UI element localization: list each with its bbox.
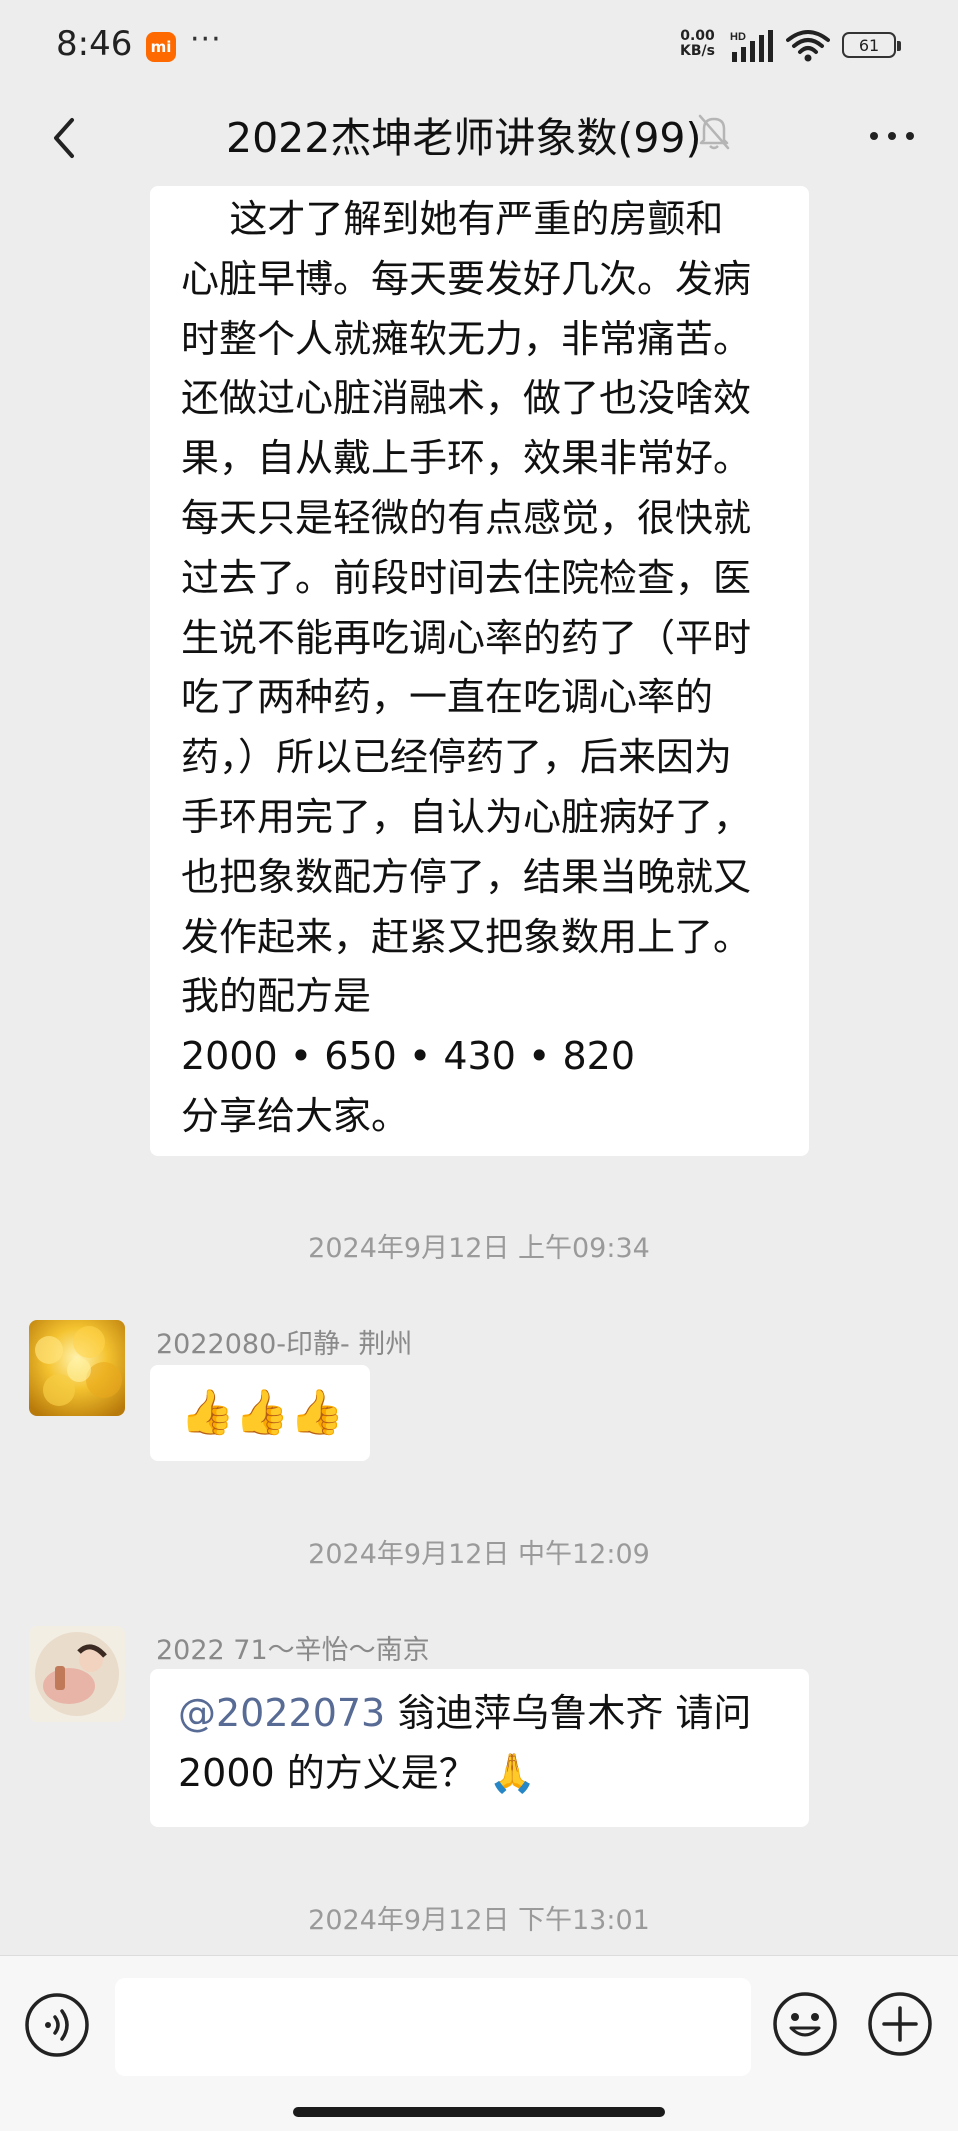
timestamp: 2024年9月12日 中午12:09	[308, 1539, 650, 1570]
net-speed: 0.00 KB/s	[680, 29, 715, 59]
message-input[interactable]	[115, 1978, 751, 2076]
emoji-icon[interactable]	[771, 1990, 839, 2058]
chat-title: 2022杰坤老师讲象数(99)	[226, 114, 702, 162]
thumbs-up-emoji: 👍👍👍	[180, 1387, 345, 1438]
battery-indicator: 61	[842, 32, 901, 58]
avatar[interactable]	[29, 1626, 125, 1722]
sender-name: 2022 71～辛怡～南京	[156, 1635, 430, 1666]
signal-icon: HD	[730, 30, 773, 62]
avatar-golden-clouds-image	[29, 1320, 125, 1416]
home-indicator[interactable]	[293, 2107, 665, 2117]
sender-name: 2022080-印静- 荆州	[156, 1329, 413, 1360]
timestamp: 2024年9月12日 上午09:34	[308, 1233, 650, 1264]
timestamp: 2024年9月12日 下午13:01	[308, 1905, 650, 1936]
net-speed-unit: KB/s	[680, 43, 715, 59]
chat-header: 2022杰坤老师讲象数(99)	[0, 90, 958, 186]
mention-link[interactable]: @2022073	[178, 1691, 385, 1735]
avatar-illustration-image	[29, 1626, 125, 1722]
status-bar: 8:46 mi ··· 0.00 KB/s HD 61	[0, 0, 958, 90]
mi-app-icon: mi	[146, 32, 176, 62]
message-bubble-thumbs[interactable]: 👍👍👍	[150, 1365, 370, 1461]
chat-input-bar	[0, 1955, 958, 2131]
mute-bell-icon	[698, 114, 730, 150]
status-time: 8:46	[56, 24, 133, 64]
avatar[interactable]	[29, 1320, 125, 1416]
net-speed-value: 0.00	[680, 28, 715, 44]
message-bubble-long[interactable]: 这才了解到她有严重的房颤和 心脏早博。每天要发好几次。发病 时整个人就瘫软无力，非常…	[150, 186, 809, 1156]
network-hd-label: HD	[730, 31, 746, 43]
message-line: 2000 的方义是？ 🙏	[178, 1751, 537, 1795]
back-icon[interactable]	[36, 108, 96, 168]
message-bubble-question[interactable]: @2022073 翁迪萍乌鲁木齐 请问 2000 的方义是？ 🙏	[150, 1669, 809, 1827]
wifi-icon	[786, 30, 830, 62]
voice-icon[interactable]	[24, 1992, 90, 2058]
message-text: 这才了解到她有严重的房颤和 心脏早博。每天要发好几次。发病 时整个人就瘫软无力，非常…	[181, 197, 752, 1138]
status-more-dots: ···	[190, 22, 222, 57]
message-line: @2022073 翁迪萍乌鲁木齐 请问	[178, 1691, 752, 1735]
more-icon[interactable]	[864, 108, 920, 164]
plus-icon[interactable]	[866, 1990, 934, 2058]
